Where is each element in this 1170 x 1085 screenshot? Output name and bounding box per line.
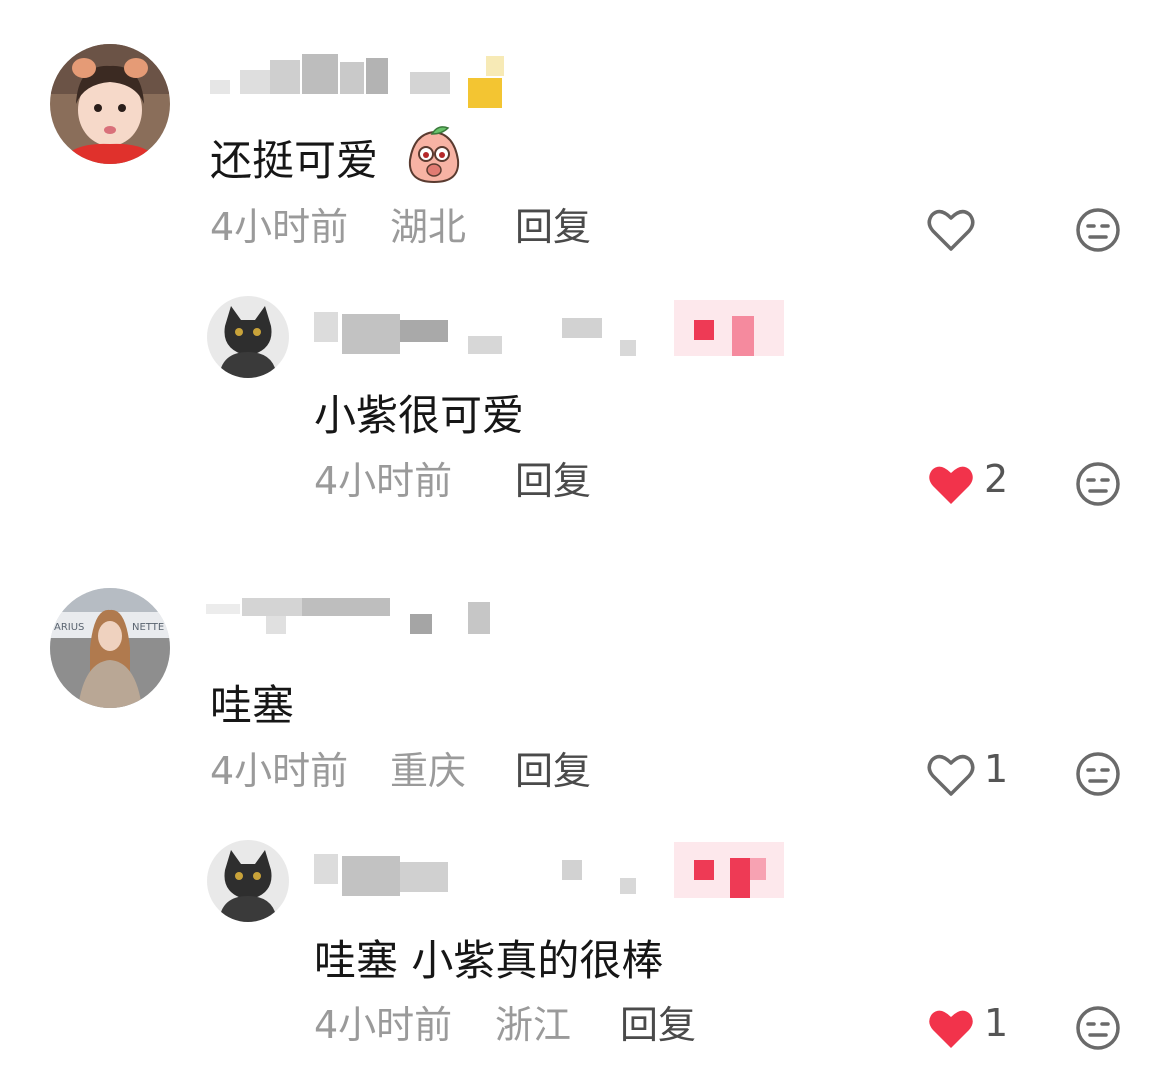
comment-text: 小紫很可爱 (314, 391, 525, 440)
heart-outline-icon[interactable] (926, 205, 976, 255)
comment-time: 4小时前 (314, 1003, 453, 1047)
username-redacted[interactable] (210, 52, 510, 108)
username-redacted[interactable] (314, 300, 794, 356)
comment-text: 哇塞 (210, 681, 295, 730)
reply-button[interactable]: 回复 (515, 208, 591, 246)
reply-button[interactable]: 回复 (620, 1006, 696, 1044)
meh-face-icon[interactable] (1074, 460, 1122, 508)
comment-text: 哇塞 小紫真的很棒 (314, 936, 664, 985)
comment-time: 4小时前 (210, 749, 349, 793)
avatar[interactable] (207, 840, 289, 922)
svg-text:NETTE: NETTE (132, 622, 164, 633)
heart-outline-icon[interactable] (926, 750, 976, 800)
peach-emoji-icon (404, 124, 464, 186)
reply-button[interactable]: 回复 (515, 462, 591, 500)
username-redacted[interactable] (314, 842, 794, 898)
reply-button[interactable]: 回复 (515, 752, 591, 790)
like-count: 1 (984, 1001, 1009, 1045)
comment-time: 4小时前 (210, 205, 349, 249)
like-count: 1 (984, 747, 1009, 791)
comment-time: 4小时前 (314, 459, 453, 503)
comment-location: 湖北 (390, 205, 467, 249)
comment-location: 浙江 (495, 1003, 572, 1047)
heart-filled-icon[interactable] (926, 460, 976, 510)
avatar[interactable] (207, 296, 289, 378)
username-redacted[interactable] (206, 598, 496, 642)
meh-face-icon[interactable] (1074, 750, 1122, 798)
avatar[interactable] (50, 44, 170, 164)
like-count: 2 (984, 457, 1009, 501)
heart-filled-icon[interactable] (926, 1004, 976, 1054)
svg-text:ARIUS: ARIUS (54, 622, 84, 633)
avatar[interactable]: ARIUS NETTE (50, 588, 170, 708)
meh-face-icon[interactable] (1074, 1004, 1122, 1052)
meh-face-icon[interactable] (1074, 206, 1122, 254)
comment-text: 还挺可爱 (210, 136, 379, 185)
comment-location: 重庆 (390, 749, 467, 793)
